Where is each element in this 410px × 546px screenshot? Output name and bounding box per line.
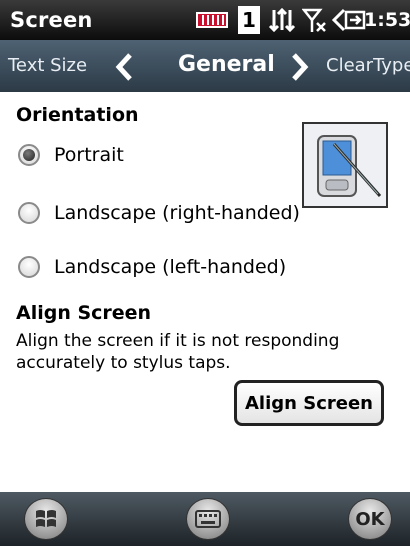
tab-general[interactable]: General xyxy=(178,52,275,77)
sim-card-icon[interactable]: 1 xyxy=(238,6,260,34)
no-signal-icon[interactable] xyxy=(302,6,328,34)
clock: 1:53 xyxy=(364,9,410,31)
radio-label: Landscape (left-handed) xyxy=(54,256,287,278)
tab-text-size[interactable]: Text Size xyxy=(8,55,87,76)
softkey-bar: OK xyxy=(0,492,410,546)
orientation-preview xyxy=(302,122,388,208)
radio-button[interactable] xyxy=(18,256,40,278)
radio-label: Portrait xyxy=(54,144,124,166)
align-screen-heading: Align Screen xyxy=(16,302,152,324)
windows-start-button[interactable] xyxy=(24,498,68,540)
align-screen-button[interactable]: Align Screen xyxy=(234,380,384,426)
sync-icon[interactable] xyxy=(344,6,366,34)
windows-start-icon xyxy=(36,510,56,527)
radio-label: Landscape (right-handed) xyxy=(54,202,300,224)
ok-label: OK xyxy=(355,508,385,530)
app-title: Screen xyxy=(10,8,93,32)
keyboard-button[interactable] xyxy=(186,498,230,540)
tab-strip: Text Size General ClearType xyxy=(0,40,410,92)
ok-button[interactable]: OK xyxy=(348,498,392,540)
tab-cleartype[interactable]: ClearType xyxy=(326,55,410,76)
radio-button[interactable] xyxy=(18,144,40,166)
device-stylus-icon xyxy=(317,135,382,197)
radio-landscape-right[interactable]: Landscape (right-handed) xyxy=(18,200,300,230)
chevron-left-icon[interactable] xyxy=(114,53,134,81)
chevron-right-icon[interactable] xyxy=(290,53,310,81)
battery-icon[interactable] xyxy=(196,6,230,34)
radio-button[interactable] xyxy=(18,202,40,224)
align-screen-description: Align the screen if it is not responding… xyxy=(16,331,340,373)
radio-landscape-left[interactable]: Landscape (left-handed) xyxy=(18,254,286,284)
status-bar: Screen 1 1:53 xyxy=(0,0,410,40)
radio-selected-dot xyxy=(23,149,35,161)
keyboard-icon xyxy=(195,510,221,528)
orientation-heading: Orientation xyxy=(16,104,139,126)
data-connection-icon[interactable] xyxy=(268,6,296,34)
radio-portrait[interactable]: Portrait xyxy=(18,142,238,172)
